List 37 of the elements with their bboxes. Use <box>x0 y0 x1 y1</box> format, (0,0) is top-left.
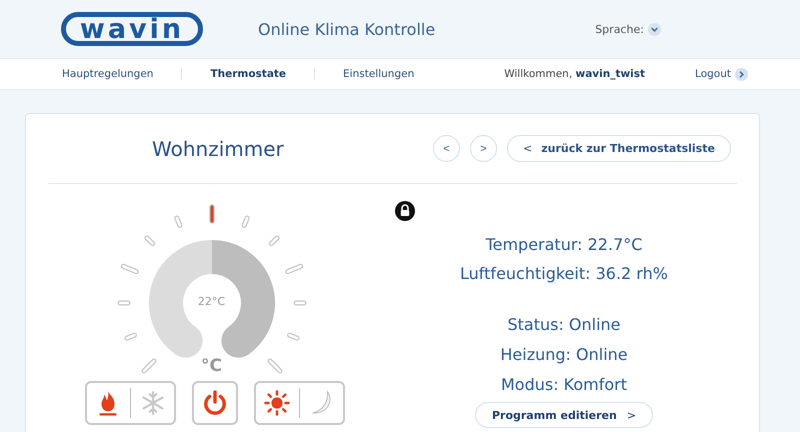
nav-link[interactable]: Einstellungen <box>343 68 414 80</box>
setpoint-value: 22°C <box>196 295 226 308</box>
sun-icon[interactable] <box>264 390 290 416</box>
status-text: Heizung: Online <box>500 344 628 366</box>
wavin-logo: wavin <box>61 12 203 46</box>
scale-tick <box>293 300 306 306</box>
scale-tick <box>117 300 130 306</box>
welcome-text: Willkommen, wavin_twist <box>504 68 646 80</box>
setpoint-tick <box>209 204 214 224</box>
logout-link[interactable]: Logout <box>695 68 731 80</box>
previous-button[interactable]: < <box>433 135 460 162</box>
scale-tick <box>120 264 138 274</box>
nav-link[interactable]: Hauptregelungen <box>62 68 154 80</box>
reading-text: Temperatur: 22.7°C <box>484 234 644 256</box>
scale-tick <box>286 332 299 341</box>
power-icon[interactable] <box>202 390 228 416</box>
scale-tick <box>174 216 182 228</box>
scale-tick <box>144 235 155 246</box>
next-button[interactable]: > <box>470 135 497 162</box>
scale-tick <box>241 216 250 228</box>
unit-label: °C <box>200 356 223 376</box>
scale-tick <box>266 358 282 374</box>
reading-text: Luftfeuchtigkeit: 36.2 rh% <box>460 263 668 285</box>
scale-tick <box>141 358 156 374</box>
app-title: Online Klima Kontrolle <box>258 20 436 38</box>
scale-tick <box>284 264 303 274</box>
scale-tick <box>124 332 136 341</box>
scale-tick <box>268 235 280 246</box>
chevron-down-icon[interactable] <box>648 22 661 36</box>
edit-program-button[interactable]: Programm editieren > <box>474 402 654 428</box>
chevron-right-icon <box>735 68 748 80</box>
room-title: Wohnzimmer <box>152 136 285 160</box>
language-label: Sprache: <box>595 22 644 36</box>
nav-link[interactable]: Thermostate <box>210 68 286 80</box>
status-text: Modus: Komfort <box>500 374 628 396</box>
status-text: Status: Online <box>506 314 622 336</box>
back-to-list-button[interactable]: < zurück zur Thermostatsliste <box>507 135 731 162</box>
